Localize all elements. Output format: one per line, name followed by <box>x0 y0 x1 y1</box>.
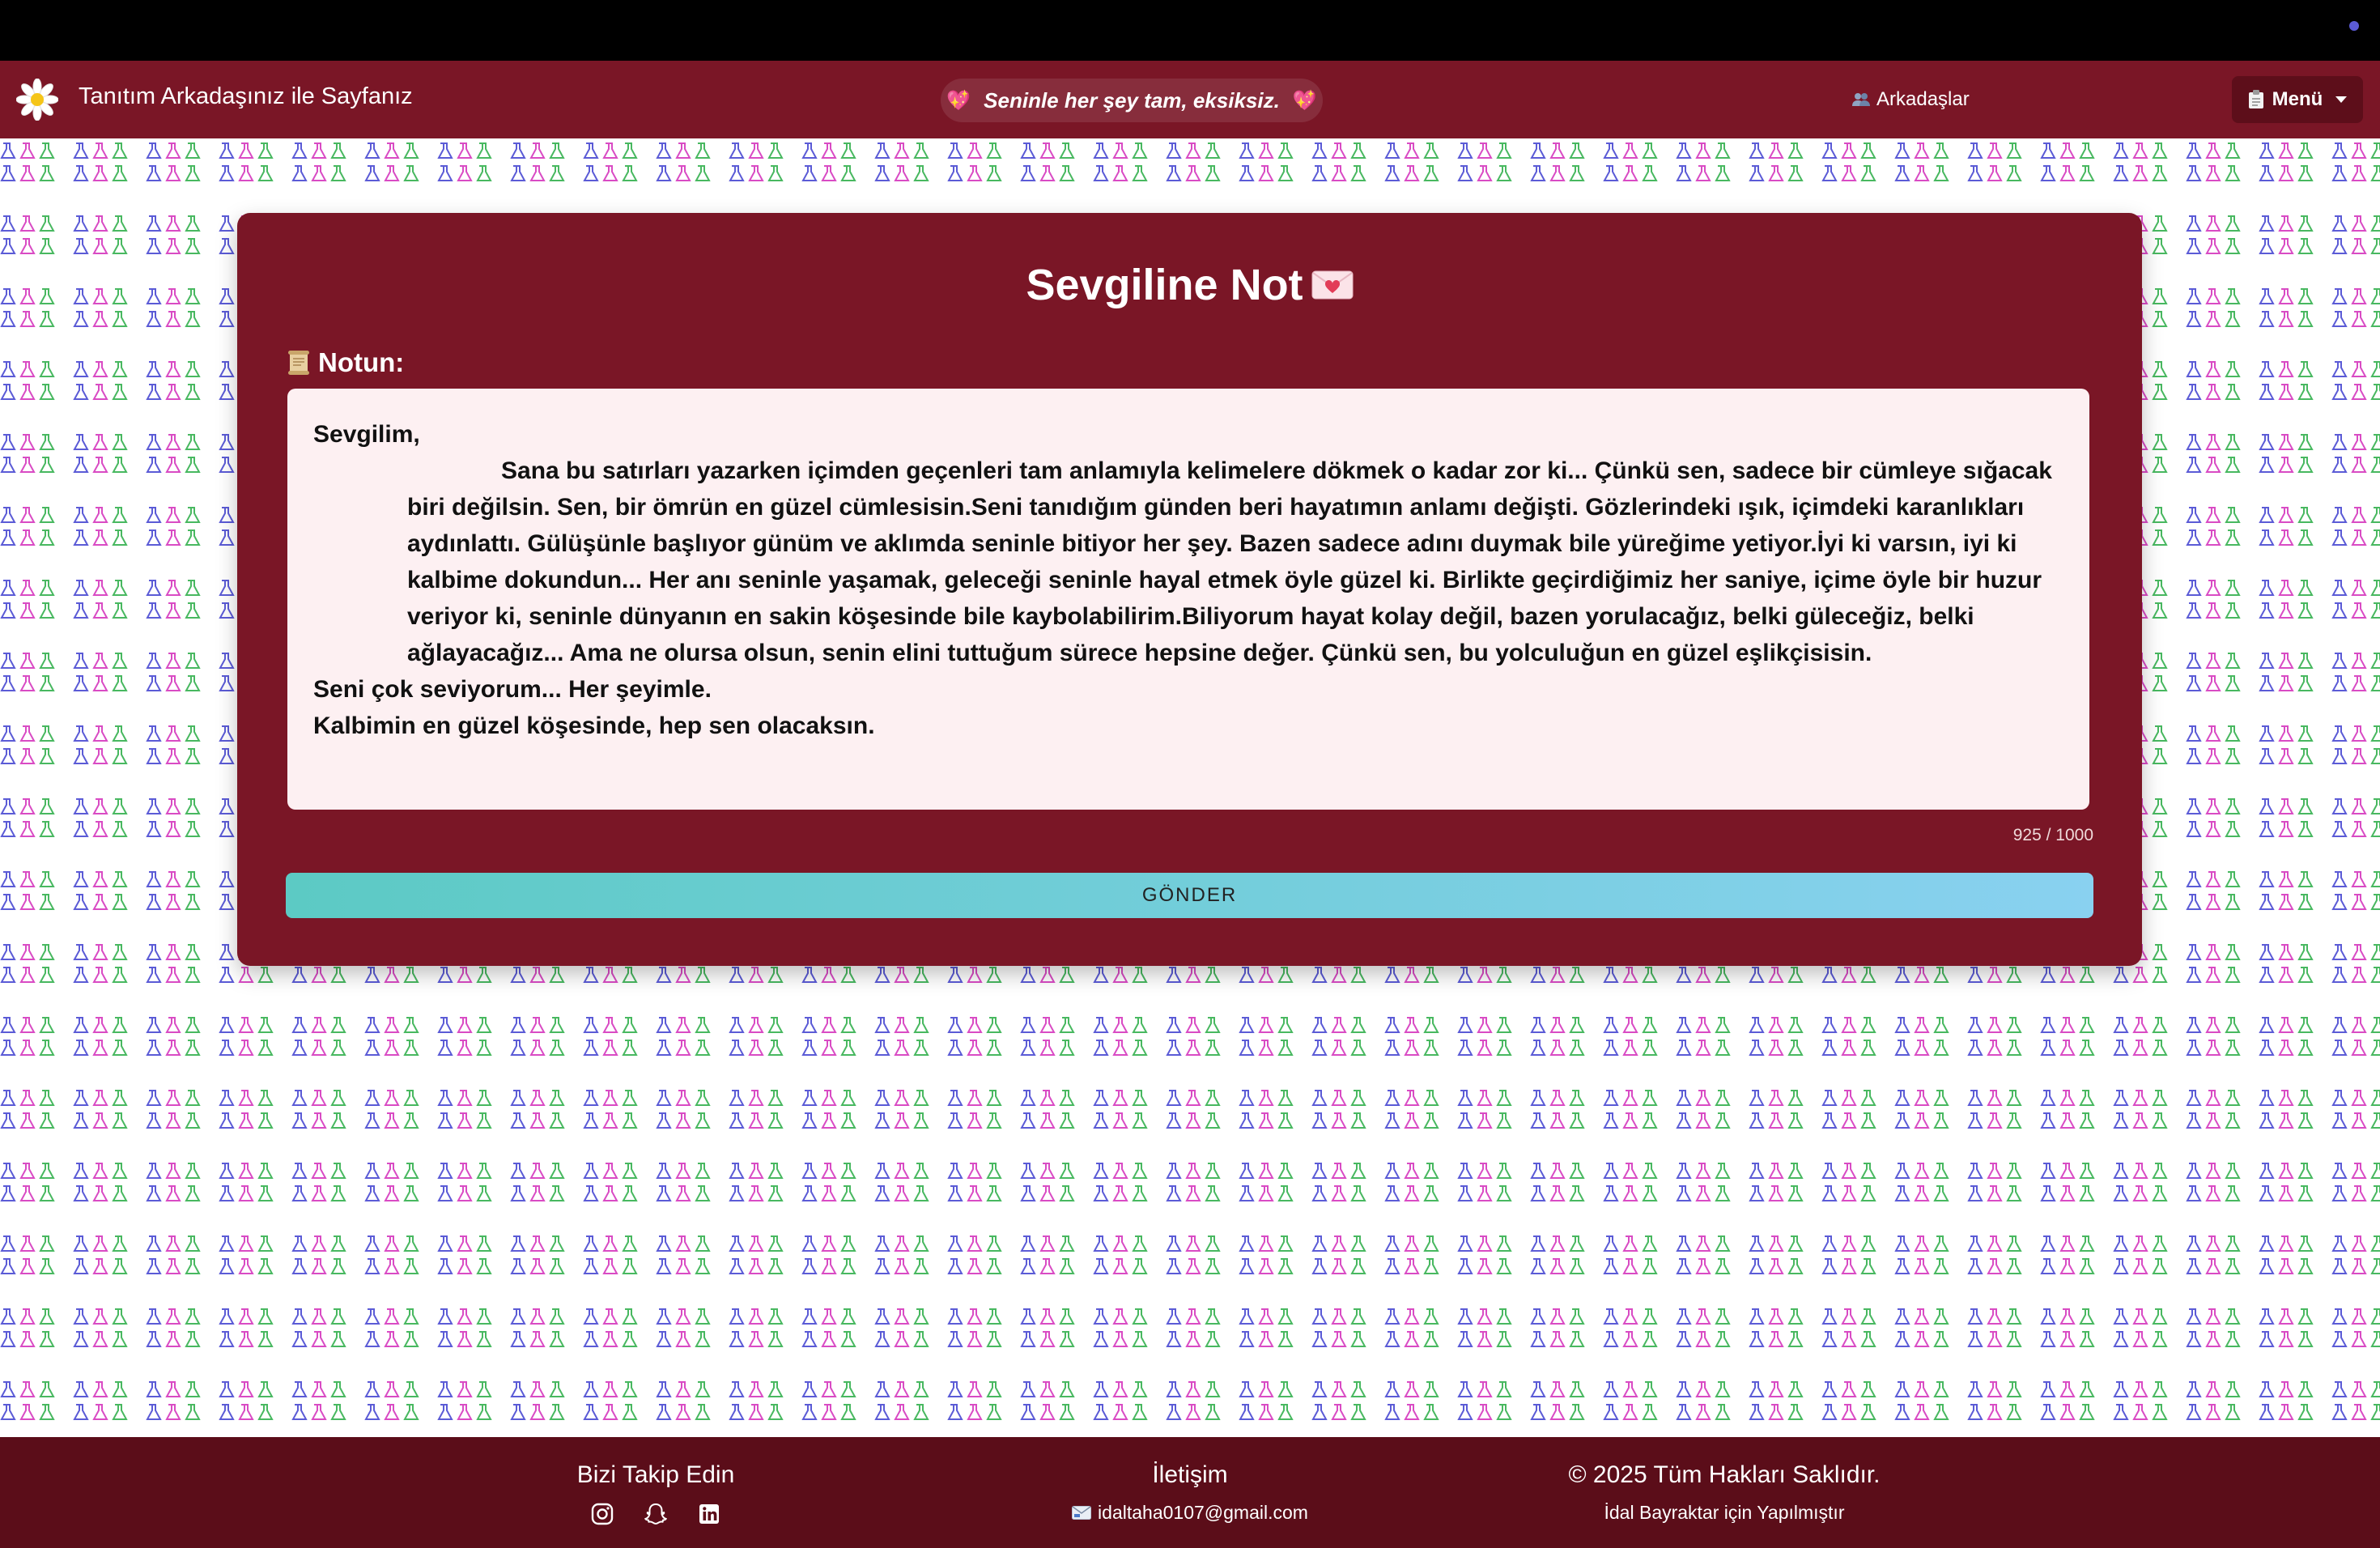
friends-label: Arkadaşlar <box>1876 88 1970 110</box>
footer-made-for: İdal Bayraktar için Yapılmıştır <box>1604 1502 1845 1523</box>
navbar: Tanıtım Arkadaşınız ile Sayfanız 💖 Senin… <box>0 61 2380 138</box>
snapchat-icon[interactable] <box>644 1502 668 1526</box>
clipboard-icon <box>2248 90 2263 108</box>
footer-contact-column: İletişim idaltaha0107@gmail.com <box>1028 1437 1352 1524</box>
page-title-text: Sevgiline Not <box>1026 261 1303 309</box>
footer-contact-title: İletişim <box>1152 1461 1228 1488</box>
social-links <box>534 1502 777 1526</box>
character-counter: 925 / 1000 <box>2012 826 2093 844</box>
note-card: Sevgiline Not Notun: Sevgilim, Sana bu s… <box>237 213 2142 966</box>
footer-copyright-column: © 2025 Tüm Hakları Saklıdır. İdal Bayrak… <box>1538 1437 1910 1524</box>
envelope-icon <box>1072 1506 1092 1520</box>
footer-copyright: © 2025 Tüm Hakları Saklıdır. <box>1568 1461 1881 1488</box>
sparkling-heart-icon: 💖 <box>1292 89 1317 112</box>
footer-email[interactable]: idaltaha0107@gmail.com <box>1028 1502 1352 1524</box>
send-button[interactable]: GÖNDER <box>286 873 2093 918</box>
tagline-text: Seninle her şey tam, eksiksiz. <box>984 87 1280 113</box>
instagram-icon[interactable] <box>590 1502 614 1526</box>
brand-title[interactable]: Tanıtım Arkadaşınız ile Sayfanız <box>79 83 413 110</box>
footer-follow-title: Bizi Takip Edin <box>576 1461 735 1488</box>
nav-link-friends[interactable]: Arkadaşlar <box>1852 88 1970 111</box>
menu-dropdown-button[interactable]: Menü <box>2232 76 2363 123</box>
scroll-icon <box>288 351 309 375</box>
status-dot <box>2349 21 2359 31</box>
tagline-pill: 💖 Seninle her şey tam, eksiksiz. 💖 <box>941 79 1323 122</box>
sparkling-heart-icon: 💖 <box>946 89 971 112</box>
people-icon <box>1852 93 1870 106</box>
daisy-icon[interactable] <box>16 79 58 121</box>
note-line-1: Seni çok seviyorum... Her şeyimle. <box>313 676 712 703</box>
footer: Bizi Takip Edin İletişim idaltaha0107@gm… <box>0 1437 2380 1548</box>
love-letter-icon <box>1311 270 1354 300</box>
linkedin-icon[interactable] <box>697 1502 721 1526</box>
footer-email-text: idaltaha0107@gmail.com <box>1098 1502 1308 1523</box>
note-line-2: Kalbimin en güzel köşesinde, hep sen ola… <box>313 712 875 739</box>
note-label: Notun: <box>286 347 404 378</box>
chevron-down-icon <box>2335 96 2348 103</box>
note-label-text: Notun: <box>318 347 405 377</box>
note-textarea[interactable]: Sevgilim, Sana bu satırları yazarken içi… <box>287 389 2089 810</box>
footer-follow-column: Bizi Takip Edin <box>534 1437 777 1526</box>
page-title: Sevgiline Not <box>237 260 2142 310</box>
note-body-text: Sana bu satırları yazarken içimden geçen… <box>407 457 2052 666</box>
note-greeting: Sevgilim, <box>313 421 420 448</box>
note-body: Sana bu satırları yazarken içimden geçen… <box>313 453 2063 671</box>
menu-label: Menü <box>2272 88 2323 110</box>
browser-top-bar <box>0 0 2380 61</box>
